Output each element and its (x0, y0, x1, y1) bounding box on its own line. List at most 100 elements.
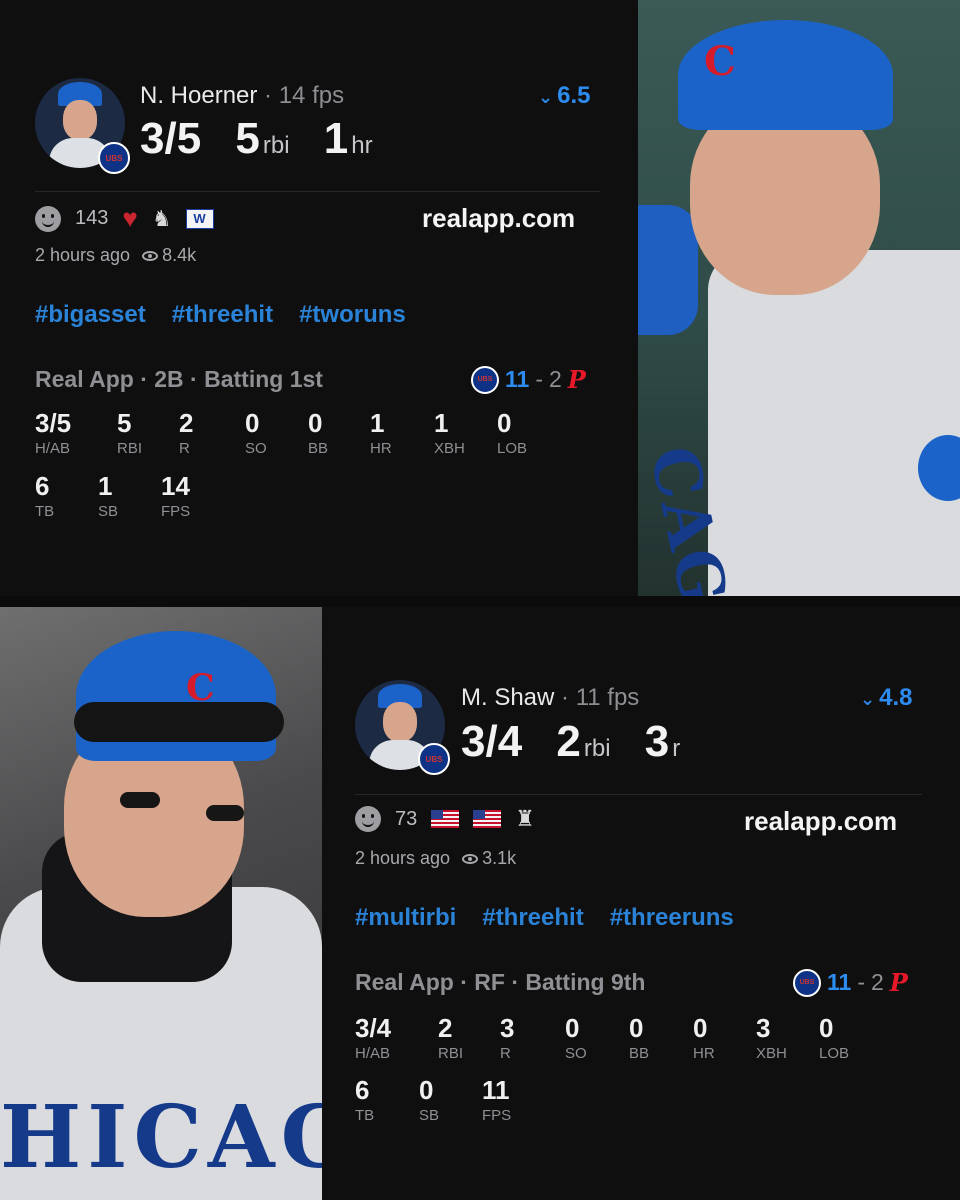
stat-cell: 1 HR (370, 408, 392, 457)
reactions-count: 73 (395, 807, 418, 830)
time-ago: 2 hours ago (35, 245, 131, 265)
cap-logo-icon: C (704, 38, 736, 85)
headline-stats: 3/4 2 rbi 3r (461, 717, 680, 767)
headline-hits: 3/5 (140, 114, 202, 163)
stat-cell: 0 SO (245, 408, 267, 457)
hashtag[interactable]: #multirbi (355, 904, 456, 932)
away-score: 2 (549, 366, 562, 392)
eye-black (206, 805, 244, 821)
player-name[interactable]: N. Hoerner · 14 fps (140, 82, 344, 110)
home-score: 11 (505, 366, 530, 392)
stat-cell: 3/4 H/AB (355, 1013, 392, 1062)
headline-runs-unit: r (672, 735, 681, 762)
heart-icon[interactable]: ♥ (122, 203, 137, 234)
time-ago: 2 hours ago (355, 848, 451, 868)
cubs-logo-icon: UBS (793, 968, 821, 997)
stat-cell: 0 BB (308, 408, 329, 457)
site-link[interactable]: realapp.com (744, 806, 897, 837)
reactions-count: 143 (75, 207, 109, 229)
headline-stats: 3/5 5 rbi 1 hr (140, 114, 373, 164)
reactions-bar[interactable]: 73 ♜ (355, 806, 535, 832)
post-meta: 2 hours ago 3.1k (355, 848, 516, 869)
sunglasses (74, 702, 284, 742)
fps-label: · 14 fps (257, 82, 345, 109)
phillies-logo-icon: P (567, 365, 586, 394)
view-count: 8.4k (162, 245, 197, 265)
eagle-icon[interactable]: ♜ (515, 806, 535, 832)
stat-cell: 0 BB (629, 1013, 650, 1062)
stat-cell: 6 TB (35, 471, 55, 520)
stat-cell: 3R (500, 1013, 515, 1062)
hashtag[interactable]: #threehit (172, 301, 273, 329)
eye-icon (142, 250, 159, 261)
hashtag-list: #bigasset #threehit #tworuns (35, 301, 406, 329)
cap-logo-icon: C (186, 667, 215, 709)
divider (35, 191, 600, 192)
headline-hr-value: 1 (323, 114, 349, 163)
top-card-panel: UBS N. Hoerner · 14 fps ⌄ 6.5 3/5 5 rbi 1h… (0, 0, 638, 596)
headline-hr-unit: hr (351, 132, 373, 159)
view-count: 3.1k (482, 848, 517, 868)
player-name-text: N. Hoerner (140, 82, 258, 109)
hashtag[interactable]: #threehit (482, 904, 583, 932)
phillies-logo-icon: P (889, 968, 908, 997)
stat-cell: 0 LOB (497, 408, 528, 457)
rating-arrow-icon: ⌄ (860, 689, 876, 709)
stat-cell: 6 TB (355, 1075, 375, 1124)
player-photo: C CAGO (638, 0, 960, 596)
rating-value: 4.8 (879, 684, 913, 711)
stat-cell: 0 LOB (819, 1013, 850, 1062)
stat-cell: 0 HR (693, 1013, 715, 1062)
cubs-logo-icon: UBS (418, 743, 450, 775)
hashtag-list: #multirbi #threehit #threeruns (355, 904, 734, 932)
stat-cell: 0 SB (419, 1075, 440, 1124)
headline-rbi-value: 2 (556, 717, 581, 766)
post-meta: 2 hours ago 8.4k (35, 245, 196, 266)
w-flag-icon[interactable]: W (185, 208, 214, 229)
stat-cell: 2R (179, 408, 194, 457)
divider (355, 794, 922, 795)
stat-cell: 1 XBH (434, 408, 465, 457)
score-dash: - (857, 969, 865, 995)
player-photo: C HICAGO (0, 607, 322, 1200)
jersey-lettering: HICAGO (0, 1087, 322, 1188)
hashtag[interactable]: #threeruns (610, 904, 734, 932)
goat-icon[interactable]: ♞ (152, 206, 172, 232)
score-dash: - (535, 366, 543, 392)
jersey (708, 250, 960, 596)
game-line: Real App · 2B · Batting 1st (35, 366, 323, 392)
eye-black (120, 792, 160, 808)
fps-label: · 11 fps (554, 684, 640, 711)
us-flag-icon[interactable] (431, 810, 460, 828)
headline-rbi-unit: rbi (262, 132, 290, 159)
cubs-logo-icon: UBS (98, 142, 130, 174)
rating-value: 6.5 (557, 82, 591, 109)
game-line: Real App · RF · Batting 9th (355, 969, 646, 995)
stat-cell: 14 FPS (161, 471, 191, 520)
player-name[interactable]: M. Shaw · 11 fps (461, 684, 639, 712)
headline-runs-value: 3 (644, 717, 670, 766)
eye-icon (462, 853, 479, 864)
stat-cell: 3 XBH (756, 1013, 787, 1062)
stat-cell: 2 RBI (438, 1013, 464, 1062)
headline-rbi-value: 5 (235, 114, 260, 163)
hashtag[interactable]: #bigasset (35, 301, 146, 329)
home-score: 11 (827, 969, 852, 995)
reactions-bar[interactable]: 143 ♥ ♞ W (35, 203, 214, 234)
stat-cell: 1 SB (98, 471, 119, 520)
smile-icon[interactable] (355, 806, 381, 832)
smile-icon[interactable] (35, 205, 61, 232)
hashtag[interactable]: #tworuns (299, 301, 406, 329)
game-score[interactable]: UBS 11-2 P (793, 968, 908, 997)
game-score[interactable]: UBS 11-2 P (471, 365, 586, 394)
headline-rbi-unit: rbi (583, 735, 611, 762)
site-link[interactable]: realapp.com (422, 203, 575, 234)
headline-hits: 3/4 (461, 717, 523, 766)
stat-cell: 11 FPS (482, 1075, 512, 1124)
rating-badge: ⌄ 4.8 (860, 684, 912, 712)
us-flag-icon[interactable] (473, 810, 502, 828)
stat-cell: 0 SO (565, 1013, 587, 1062)
jersey-sleeve (638, 205, 698, 335)
cubs-logo-icon: UBS (471, 365, 499, 394)
player-name-text: M. Shaw (461, 684, 555, 711)
